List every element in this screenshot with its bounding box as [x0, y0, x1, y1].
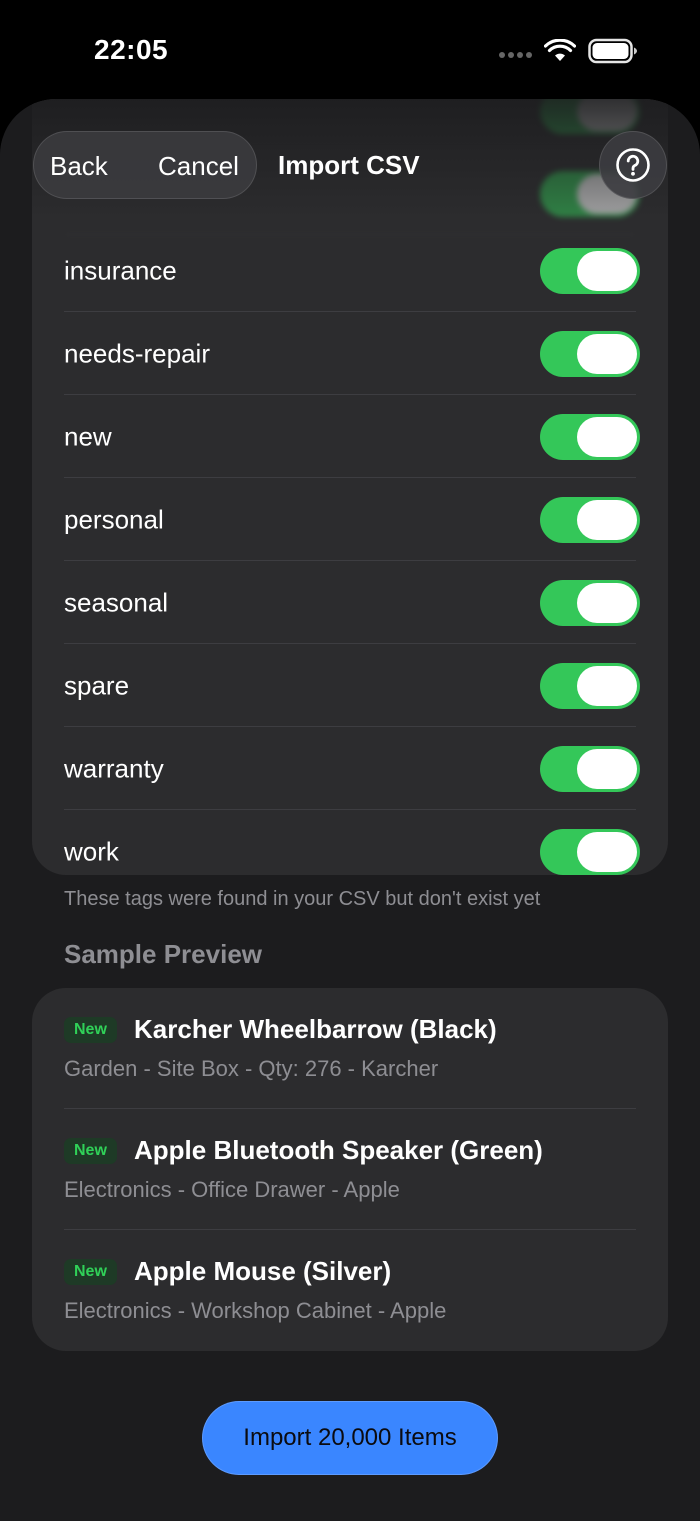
page-title: Import CSV	[278, 150, 420, 180]
tag-toggle-personal[interactable]	[540, 496, 640, 543]
cancel-button[interactable]: Cancel	[158, 132, 239, 200]
cellular-signal-icon	[499, 52, 532, 58]
item-subtitle: Electronics - Workshop Cabinet - Apple	[64, 1298, 447, 1323]
status-bar: 22:05	[0, 0, 700, 100]
preview-item: New Apple Mouse (Silver) Electronics - W…	[32, 1230, 668, 1351]
new-badge: New	[64, 1259, 117, 1285]
tag-label: new	[64, 421, 112, 451]
tag-label: insurance	[64, 255, 177, 285]
sample-preview-header: Sample Preview	[64, 939, 262, 969]
tag-toggle-work[interactable]	[540, 828, 640, 875]
tag-row-spare: spare	[32, 644, 668, 727]
item-title: Karcher Wheelbarrow (Black)	[134, 1014, 497, 1044]
tag-row-needs-repair: needs-repair	[32, 312, 668, 395]
tag-row-insurance: insurance	[32, 229, 668, 312]
wifi-icon	[544, 39, 576, 61]
back-button[interactable]: Back	[50, 132, 108, 200]
preview-item: New Karcher Wheelbarrow (Black) Garden -…	[32, 988, 668, 1109]
tag-toggle-spare[interactable]	[540, 662, 640, 709]
tag-label: personal	[64, 504, 164, 534]
import-sheet: insurance needs-repair new personal seas…	[0, 99, 700, 1521]
preview-item: New Apple Bluetooth Speaker (Green) Elec…	[32, 1109, 668, 1230]
tag-toggle-warranty[interactable]	[540, 745, 640, 792]
sample-preview-card: New Karcher Wheelbarrow (Black) Garden -…	[32, 988, 668, 1351]
item-title: Apple Bluetooth Speaker (Green)	[134, 1135, 543, 1165]
battery-icon	[588, 38, 637, 64]
tag-row-new: new	[32, 395, 668, 478]
item-title: Apple Mouse (Silver)	[134, 1256, 392, 1286]
tag-label: needs-repair	[64, 338, 210, 368]
tag-label: seasonal	[64, 587, 169, 617]
tag-row-seasonal: seasonal	[32, 561, 668, 644]
import-items-button[interactable]: Import 20,000 Items	[202, 1401, 498, 1475]
tag-label: spare	[64, 670, 130, 700]
tag-toggle-insurance[interactable]	[540, 247, 640, 294]
tag-row-work: work	[32, 810, 668, 875]
question-circle-icon	[616, 148, 650, 182]
item-subtitle: Garden - Site Box - Qty: 276 - Karcher	[64, 1056, 439, 1081]
tag-label: work	[64, 836, 119, 866]
new-badge: New	[64, 1138, 117, 1164]
navigation-bar: Back Cancel Import CSV	[0, 99, 700, 234]
help-button[interactable]	[599, 131, 667, 199]
tag-toggle-needs-repair[interactable]	[540, 330, 640, 377]
tag-toggle-seasonal[interactable]	[540, 579, 640, 626]
tags-footnote: These tags were found in your CSV but do…	[64, 888, 541, 910]
tag-toggle-new[interactable]	[540, 413, 640, 460]
tag-row-warranty: warranty	[32, 727, 668, 810]
item-subtitle: Electronics - Office Drawer - Apple	[64, 1177, 400, 1202]
status-time: 22:05	[94, 34, 169, 65]
tag-label: warranty	[64, 753, 164, 783]
status-indicators	[499, 36, 638, 66]
tag-row-personal: personal	[32, 478, 668, 561]
nav-button-group: Back Cancel	[33, 131, 257, 199]
new-badge: New	[64, 1017, 117, 1043]
